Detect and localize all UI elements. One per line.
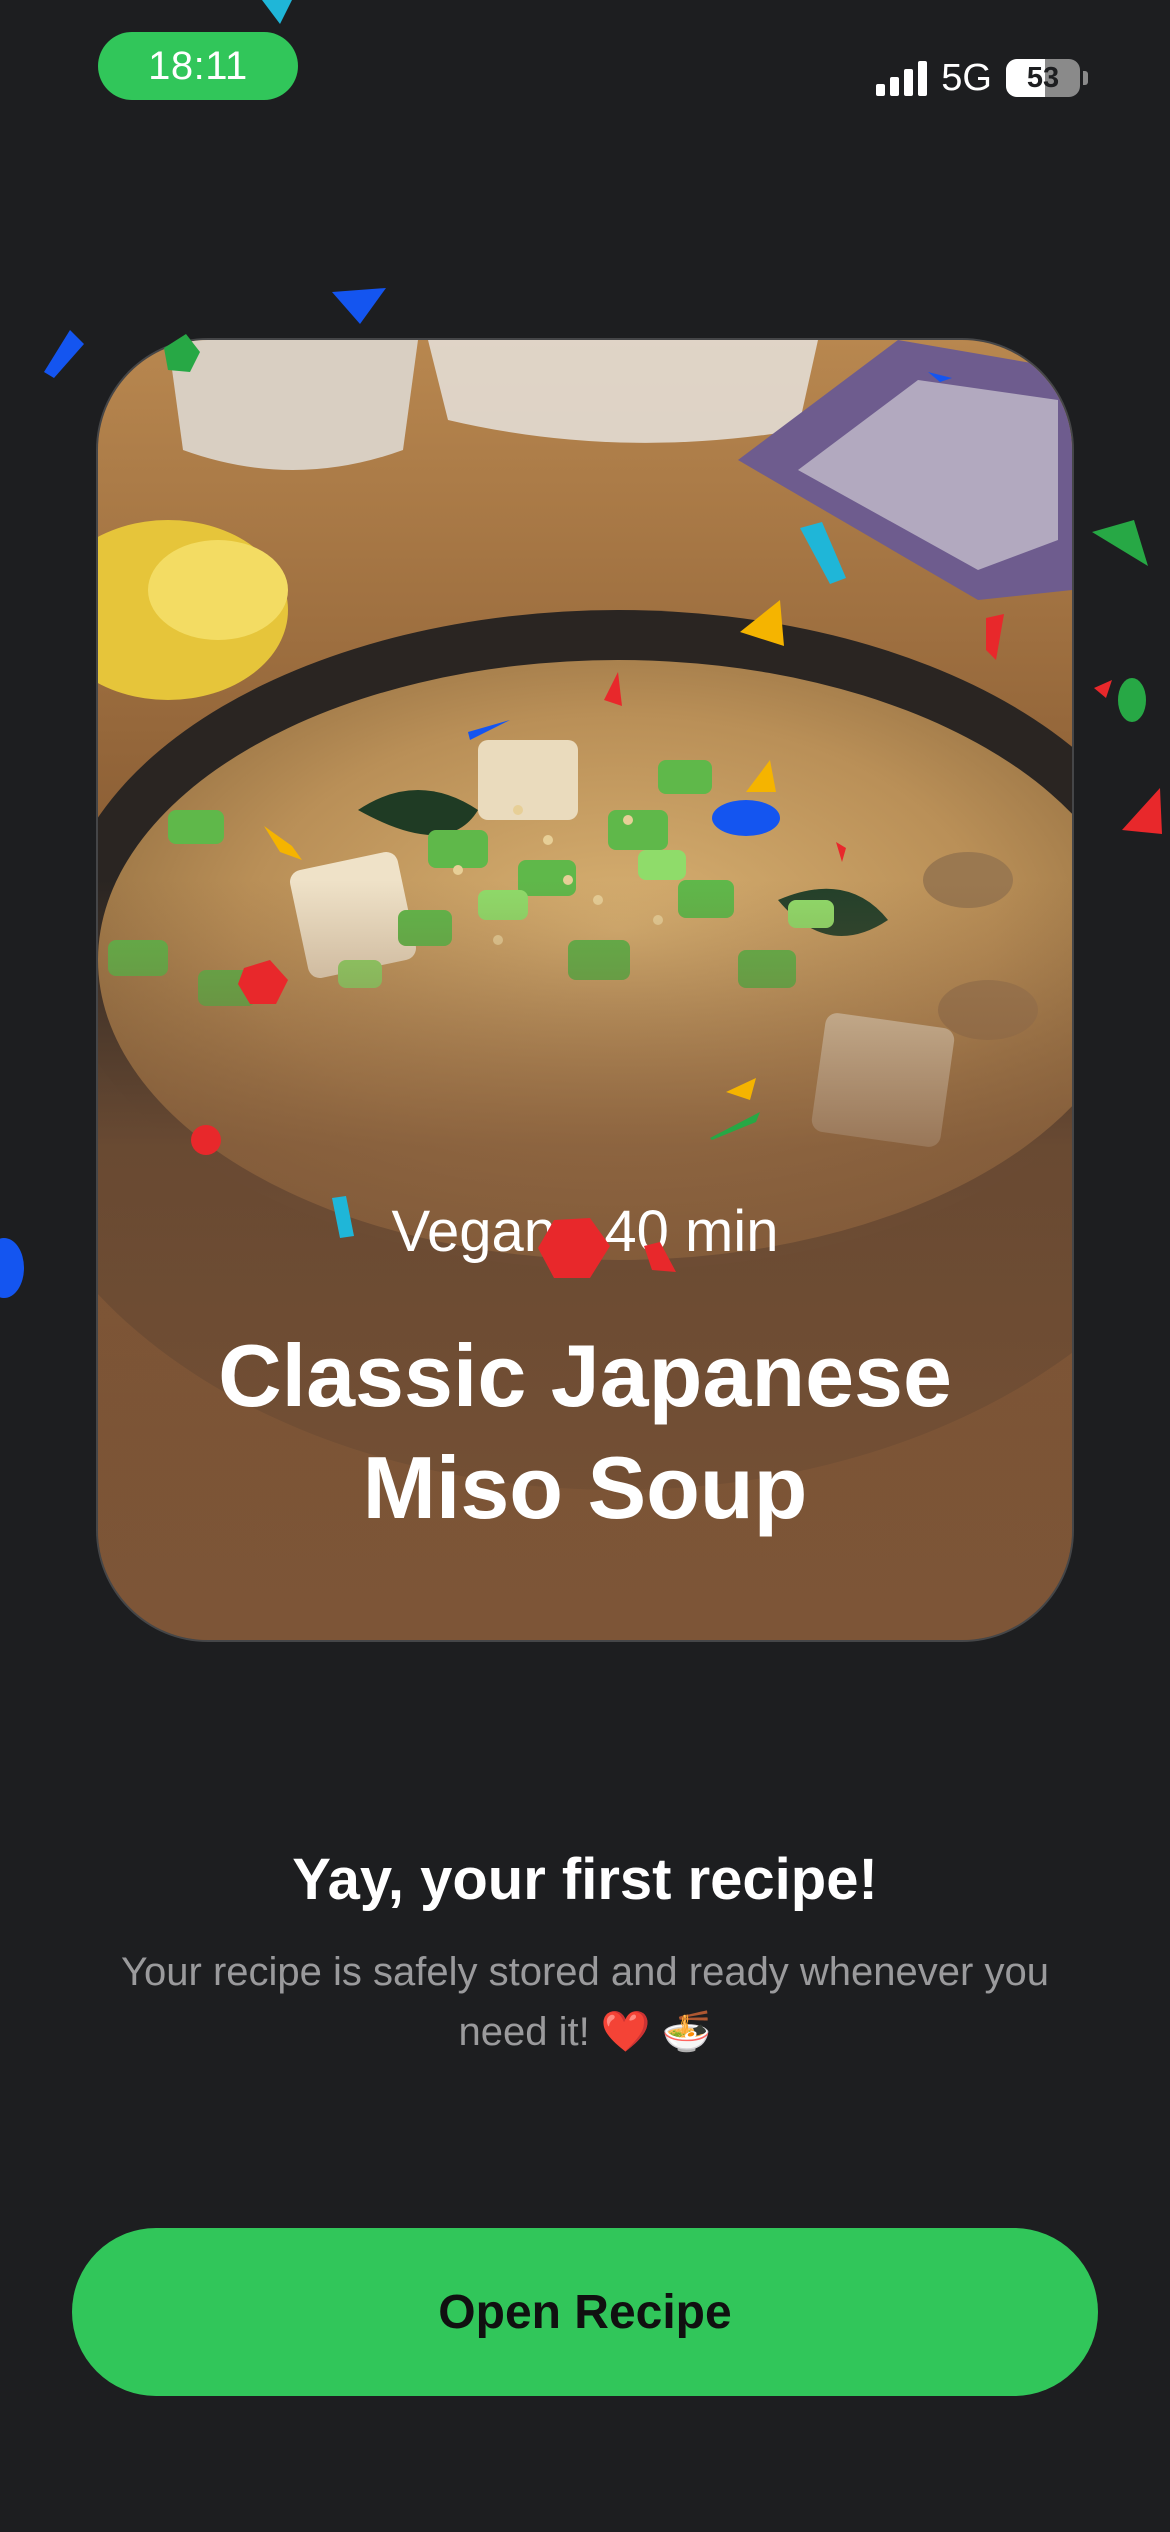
network-label: 5G [941, 56, 992, 99]
status-indicators: 5G 53 [876, 56, 1088, 100]
signal-icon [876, 60, 928, 96]
meta-separator: • [570, 1199, 591, 1264]
congrats-heading: Yay, your first recipe! [292, 1847, 878, 1912]
recipe-diet: Vegan [391, 1199, 557, 1264]
battery-level: 53 [1026, 61, 1060, 94]
open-recipe-button[interactable]: Open Recipe [72, 2228, 1098, 2396]
congrats-body: Your recipe is safely stored and ready w… [121, 1950, 1049, 2054]
recipe-card[interactable]: Vegan • 40 min Classic Japanese Miso Soup [98, 340, 1072, 1640]
recipe-title: Classic Japanese Miso Soup [218, 1326, 952, 1537]
battery-icon: 53 [1006, 59, 1080, 97]
recipe-duration: 40 min [604, 1199, 779, 1264]
recipe-meta: Vegan • 40 min [98, 1198, 1072, 1265]
battery-tip [1083, 71, 1088, 85]
status-time: 18:11 [98, 32, 298, 100]
